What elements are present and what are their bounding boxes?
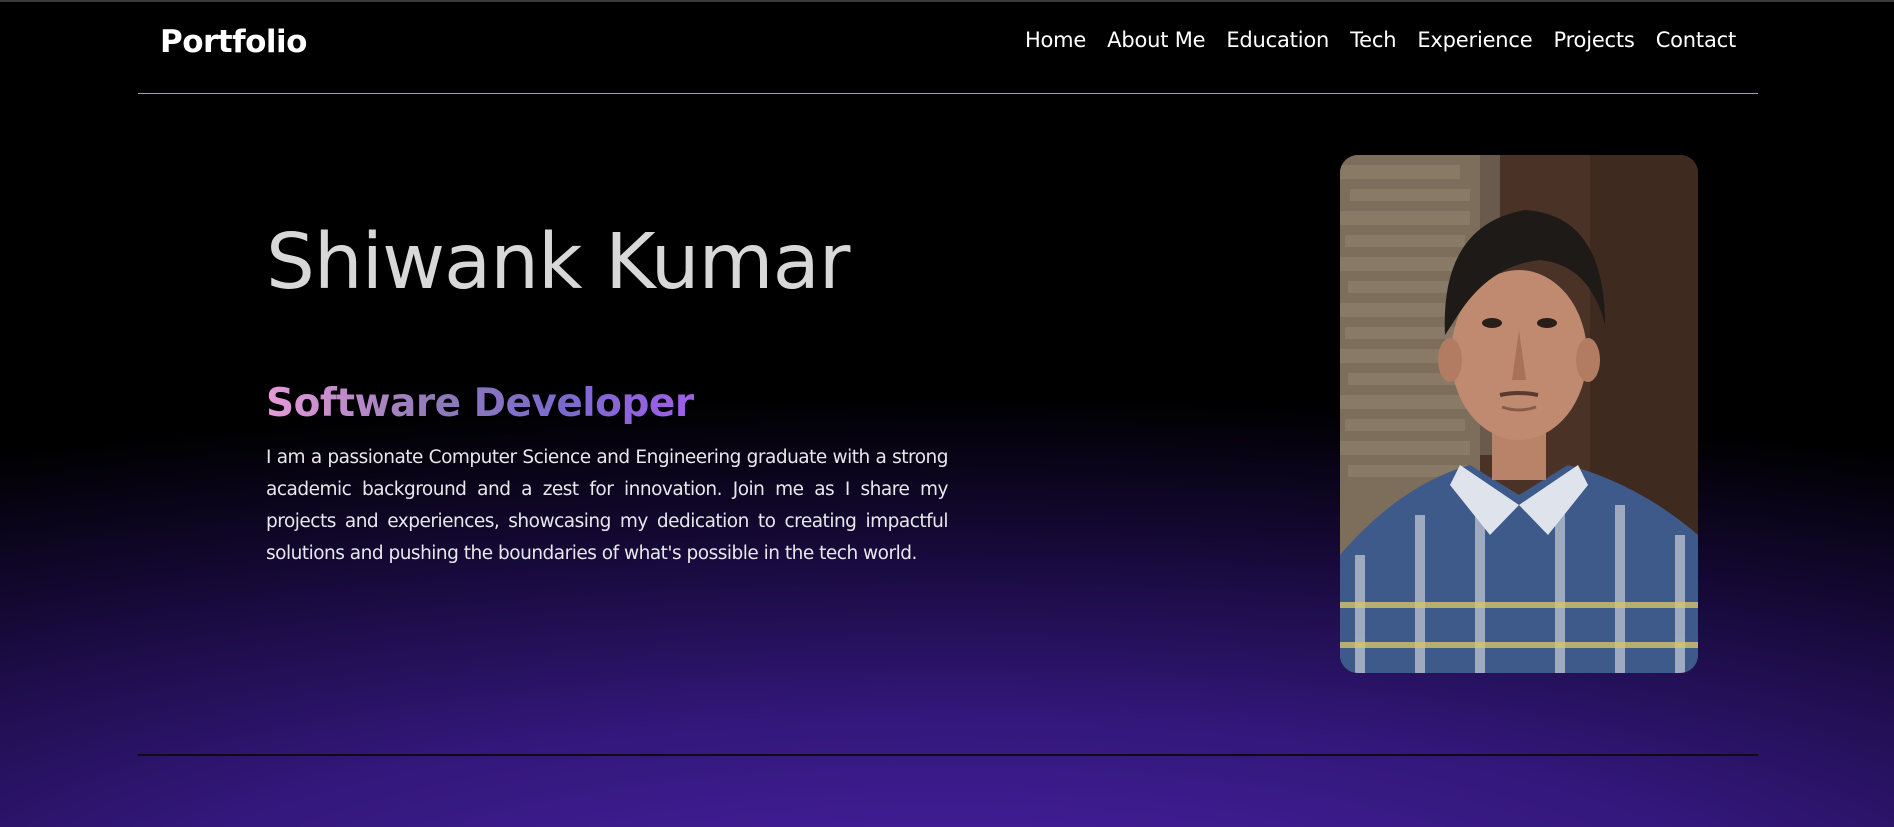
profile-photo: [1340, 155, 1698, 673]
hero-name: Shiwank Kumar: [266, 218, 850, 307]
hero-role: Software Developer: [266, 381, 694, 426]
section-divider: [138, 754, 1758, 756]
hero-section: Shiwank Kumar Software Developer I am a …: [0, 0, 1894, 827]
hero-bio: I am a passionate Computer Science and E…: [266, 447, 949, 564]
profile-photo-illustration: [1340, 155, 1698, 673]
